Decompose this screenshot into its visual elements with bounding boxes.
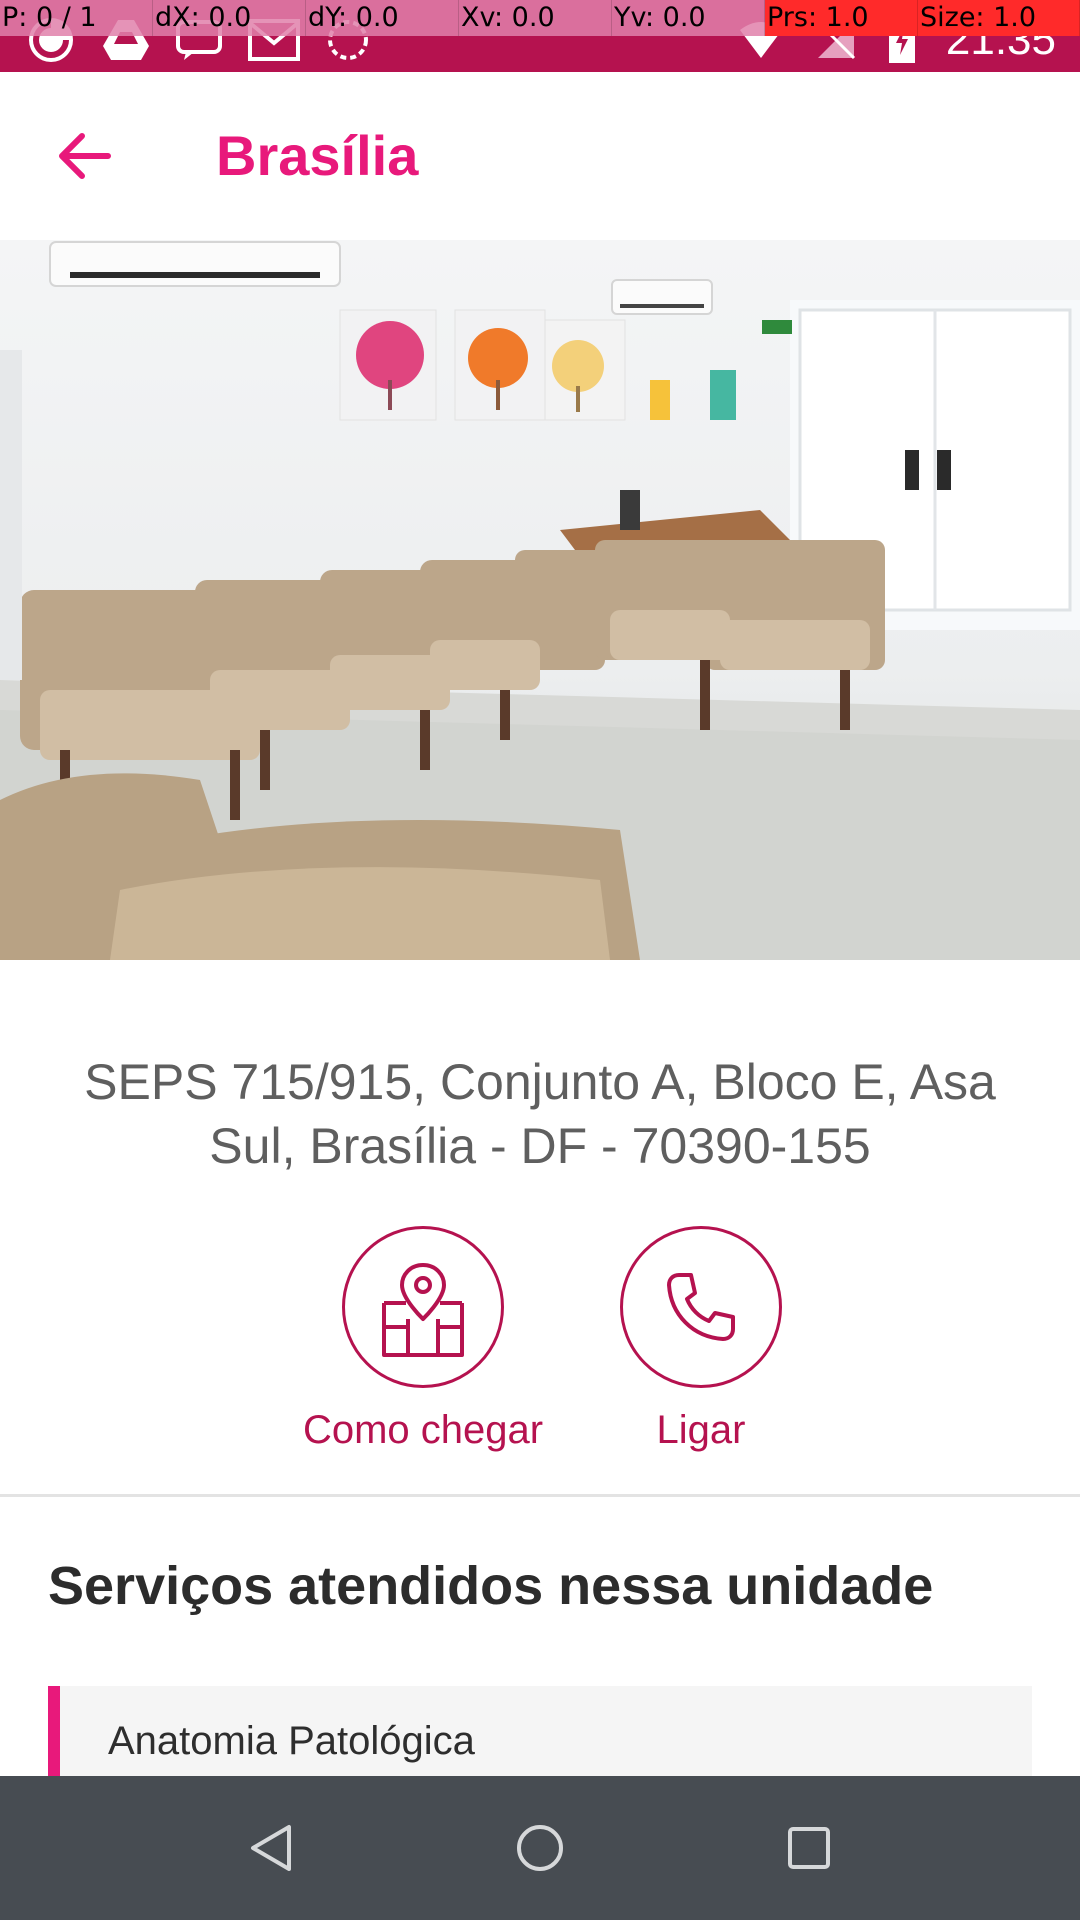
- unit-photo: [0, 240, 1080, 960]
- arrow-back-icon: [59, 133, 111, 179]
- call-circle: [620, 1226, 782, 1388]
- waiting-room-illustration: [0, 241, 1080, 960]
- pointer-overlay-cell: Prs: 1.0: [765, 0, 918, 36]
- directions-circle: [342, 1226, 504, 1388]
- nav-recents-button[interactable]: [769, 1808, 849, 1888]
- home-circle-icon: [517, 1825, 563, 1871]
- nav-home-button[interactable]: [500, 1808, 580, 1888]
- page-title: Brasília: [216, 124, 419, 187]
- services-title: Serviços atendidos nessa unidade: [48, 1556, 934, 1616]
- pointer-overlay-cell: Xv: 0.0: [459, 0, 612, 36]
- pointer-overlay-cell: Size: 1.0: [918, 0, 1080, 36]
- pointer-overlay-cell: Yv: 0.0: [612, 0, 765, 36]
- pointer-overlay-cell: dX: 0.0: [153, 0, 306, 36]
- directions-button[interactable]: Como chegar: [283, 1226, 563, 1466]
- status-bar: 21:35 P: 0 / 1 dX: 0.0 dY: 0.0 Xv: 0.0 Yv: 0…: [0, 0, 1080, 72]
- recents-square-icon: [788, 1827, 830, 1869]
- call-label: Ligar: [656, 1408, 746, 1452]
- back-button[interactable]: [40, 112, 128, 200]
- nav-back-button[interactable]: [230, 1808, 310, 1888]
- unit-address: SEPS 715/915, Conjunto A, Bloco E, Asa S…: [84, 1054, 996, 1174]
- system-nav-bar: [0, 1776, 1080, 1920]
- back-triangle-icon: [251, 1825, 291, 1871]
- service-label: Anatomia Patológica: [108, 1719, 475, 1763]
- phone-icon: [667, 1273, 735, 1341]
- pointer-overlay-cell: dY: 0.0: [306, 0, 459, 36]
- map-pin-icon: [382, 1263, 464, 1357]
- pointer-overlay-cell: P: 0 / 1: [0, 0, 153, 36]
- app-bar: Brasília: [0, 72, 1080, 240]
- directions-label: Como chegar: [302, 1408, 544, 1452]
- section-divider: [0, 1494, 1080, 1497]
- pointer-location-overlay: P: 0 / 1 dX: 0.0 dY: 0.0 Xv: 0.0 Yv: 0.0 Prs:…: [0, 0, 1080, 36]
- call-button[interactable]: Ligar: [561, 1226, 841, 1466]
